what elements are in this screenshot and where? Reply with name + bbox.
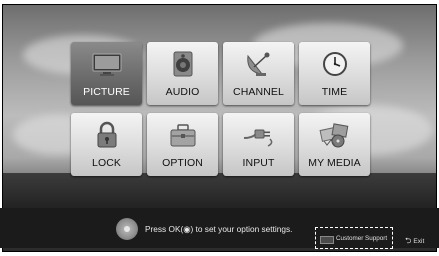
menu-tile-label: LOCK	[92, 157, 121, 169]
menu-tile-label: MY MEDIA	[308, 157, 361, 169]
clock-icon	[322, 52, 347, 76]
menu-tile-label: PICTURE	[83, 86, 130, 98]
main-menu-grid: PICTURE AUDIO CHANNEL TIME LOCK OPTION I…	[71, 42, 370, 176]
ok-hint-text: Press OK(◉) to set your option settings.	[145, 224, 293, 234]
menu-tile-time[interactable]: TIME	[299, 42, 370, 105]
menu-tile-audio[interactable]: AUDIO	[147, 42, 218, 105]
plug-icon	[243, 129, 272, 147]
menu-tile-label: AUDIO	[165, 86, 200, 98]
padlock-icon	[97, 121, 116, 148]
tv-icon	[92, 53, 121, 76]
toolbox-icon	[170, 124, 195, 147]
return-arrow-icon: ⮌	[405, 236, 412, 245]
menu-tile-label: TIME	[321, 86, 348, 98]
menu-tile-label: INPUT	[242, 157, 275, 169]
exit-button[interactable]: ⮌ Exit	[405, 235, 424, 249]
satellite-dish-icon	[246, 52, 269, 76]
customer-support-button[interactable]: Customer Support	[336, 235, 387, 242]
ok-wheel-icon	[116, 218, 138, 240]
menu-tile-option[interactable]: OPTION	[147, 113, 218, 176]
exit-label: Exit	[413, 238, 425, 245]
background-ground	[3, 173, 436, 213]
menu-tile-label: CHANNEL	[233, 86, 284, 98]
menu-tile-input[interactable]: INPUT	[223, 113, 294, 176]
menu-tile-picture[interactable]: PICTURE	[71, 42, 142, 105]
menu-tile-channel[interactable]: CHANNEL	[223, 42, 294, 105]
menu-tile-my-media[interactable]: MY MEDIA	[299, 113, 370, 176]
menu-tile-lock[interactable]: LOCK	[71, 113, 142, 176]
media-collage-icon	[319, 123, 348, 148]
speaker-icon	[173, 51, 192, 77]
menu-tile-label: OPTION	[162, 157, 203, 169]
customer-support-color-key-icon	[320, 236, 334, 244]
